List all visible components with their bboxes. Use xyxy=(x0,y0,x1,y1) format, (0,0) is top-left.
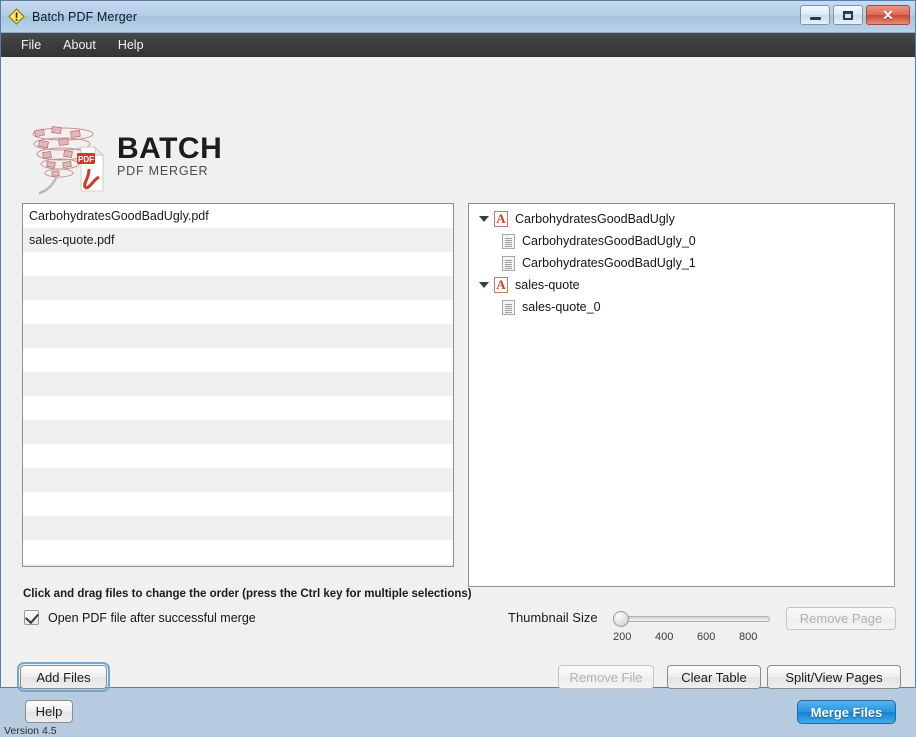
tree-node-child[interactable]: sales-quote_0 xyxy=(469,296,894,318)
slider-tick-400: 400 xyxy=(655,631,674,643)
window-title: Batch PDF Merger xyxy=(32,9,138,24)
add-files-button[interactable]: Add Files xyxy=(17,662,110,692)
file-list-hint: Click and drag files to change the order… xyxy=(23,588,472,600)
list-item-empty xyxy=(23,300,453,324)
thumbnail-size-slider[interactable] xyxy=(613,610,770,628)
application-window: Batch PDF Merger ✕ File About Help PDF B… xyxy=(0,0,916,737)
list-item-empty xyxy=(23,324,453,348)
list-item-empty xyxy=(23,252,453,276)
page-icon xyxy=(502,299,515,315)
list-item-empty xyxy=(23,372,453,396)
help-button[interactable]: Help xyxy=(25,700,73,723)
pdf-file-icon: A xyxy=(494,211,508,227)
restore-button[interactable] xyxy=(833,5,863,25)
restore-icon xyxy=(843,10,853,20)
remove-file-button[interactable]: Remove File xyxy=(558,665,654,689)
slider-tick-600: 600 xyxy=(697,631,716,643)
list-item-empty xyxy=(23,492,453,516)
logo-title: BATCH xyxy=(117,132,223,165)
list-item-empty xyxy=(23,516,453,540)
close-button[interactable]: ✕ xyxy=(866,5,910,25)
list-item-empty xyxy=(23,276,453,300)
tree-node-label: sales-quote_0 xyxy=(522,300,601,314)
tree-node-label: sales-quote xyxy=(515,278,580,292)
tree-node-child[interactable]: CarbohydratesGoodBadUgly_1 xyxy=(469,252,894,274)
list-item-empty xyxy=(23,540,453,564)
list-item-empty xyxy=(23,420,453,444)
minimize-icon xyxy=(809,17,821,20)
list-item-empty xyxy=(23,468,453,492)
tree-node-parent[interactable]: A sales-quote xyxy=(469,274,894,296)
app-logo: PDF BATCH PDF MERGER xyxy=(19,121,279,199)
svg-text:PDF: PDF xyxy=(78,155,94,164)
menu-item-file[interactable]: File xyxy=(15,35,52,56)
check-icon xyxy=(25,609,39,625)
slider-track[interactable] xyxy=(613,616,770,622)
slider-tick-200: 200 xyxy=(613,631,632,643)
tree-node-parent[interactable]: A CarbohydratesGoodBadUgly xyxy=(469,208,894,230)
checkbox-box[interactable] xyxy=(24,609,39,625)
tree-node-label: CarbohydratesGoodBadUgly xyxy=(515,212,675,226)
remove-page-button[interactable]: Remove Page xyxy=(786,607,896,630)
tree-node-child[interactable]: CarbohydratesGoodBadUgly_0 xyxy=(469,230,894,252)
page-icon xyxy=(502,255,515,271)
close-icon: ✕ xyxy=(882,7,894,23)
slider-tick-labels: 200 400 600 800 xyxy=(605,631,785,645)
open-after-merge-label: Open PDF file after successful merge xyxy=(48,610,256,625)
list-item[interactable]: CarbohydratesGoodBadUgly.pdf xyxy=(23,204,453,228)
title-bar: Batch PDF Merger ✕ xyxy=(1,1,915,33)
logo-subtitle: PDF MERGER xyxy=(117,164,209,178)
chevron-down-icon[interactable] xyxy=(479,282,489,288)
tree-node-label: CarbohydratesGoodBadUgly_1 xyxy=(522,256,696,270)
open-after-merge-checkbox[interactable]: Open PDF file after successful merge xyxy=(24,609,256,625)
main-content: PDF BATCH PDF MERGER CarbohydratesGoodBa… xyxy=(1,57,915,737)
chevron-down-icon[interactable] xyxy=(479,216,489,222)
split-view-pages-button[interactable]: Split/View Pages xyxy=(767,665,901,689)
page-icon xyxy=(502,233,515,249)
version-label: Version 4.5 xyxy=(4,725,57,737)
list-item-empty xyxy=(23,396,453,420)
logo-wordmark: BATCH PDF MERGER xyxy=(117,132,223,179)
list-item[interactable]: sales-quote.pdf xyxy=(23,228,453,252)
menu-item-help[interactable]: Help xyxy=(107,35,155,56)
list-item-empty xyxy=(23,564,453,566)
minimize-button[interactable] xyxy=(800,5,830,25)
warning-diamond-icon xyxy=(8,8,25,25)
tree-node-label: CarbohydratesGoodBadUgly_0 xyxy=(522,234,696,248)
file-list[interactable]: CarbohydratesGoodBadUgly.pdf sales-quote… xyxy=(22,203,454,567)
thumbnail-size-label: Thumbnail Size xyxy=(508,610,598,625)
page-tree[interactable]: A CarbohydratesGoodBadUgly Carbohydrates… xyxy=(468,203,895,587)
list-item-empty xyxy=(23,444,453,468)
pdf-funnel-icon: PDF xyxy=(32,126,105,195)
slider-tick-800: 800 xyxy=(739,631,758,643)
slider-thumb[interactable] xyxy=(613,611,629,627)
merge-files-button[interactable]: Merge Files xyxy=(797,700,896,724)
window-controls: ✕ xyxy=(800,5,910,25)
list-item-empty xyxy=(23,348,453,372)
clear-table-button[interactable]: Clear Table xyxy=(667,665,761,689)
pdf-file-icon: A xyxy=(494,277,508,293)
menu-item-about[interactable]: About xyxy=(52,35,107,56)
menu-bar: File About Help xyxy=(1,33,915,57)
